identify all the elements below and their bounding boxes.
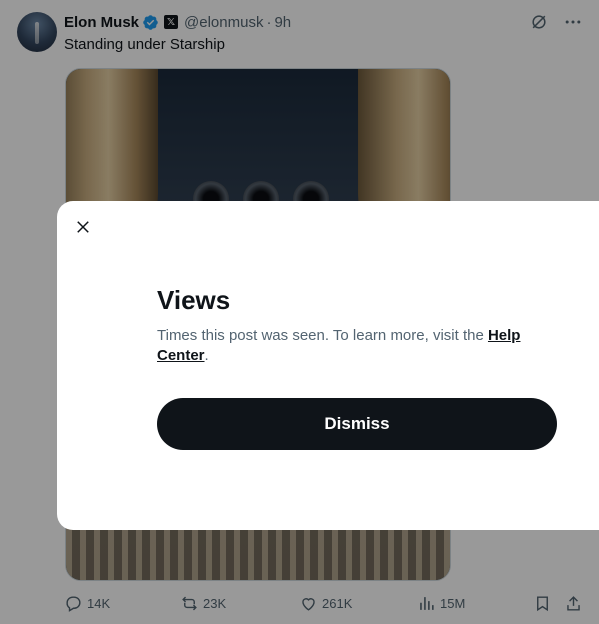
views-info-dialog: Views Times this post was seen. To learn… <box>57 201 599 530</box>
dialog-description-end: . <box>204 347 209 364</box>
close-icon <box>77 221 89 233</box>
close-button[interactable] <box>71 215 95 239</box>
dismiss-button[interactable]: Dismiss <box>157 398 557 450</box>
page-root: Elon Musk 𝕏 @elonmusk · 9h Standing unde… <box>0 0 599 624</box>
dialog-description: Times this post was seen. To learn more,… <box>157 326 547 366</box>
dialog-description-text: Times this post was seen. To learn more,… <box>157 327 488 344</box>
dialog-title: Views <box>157 285 231 315</box>
